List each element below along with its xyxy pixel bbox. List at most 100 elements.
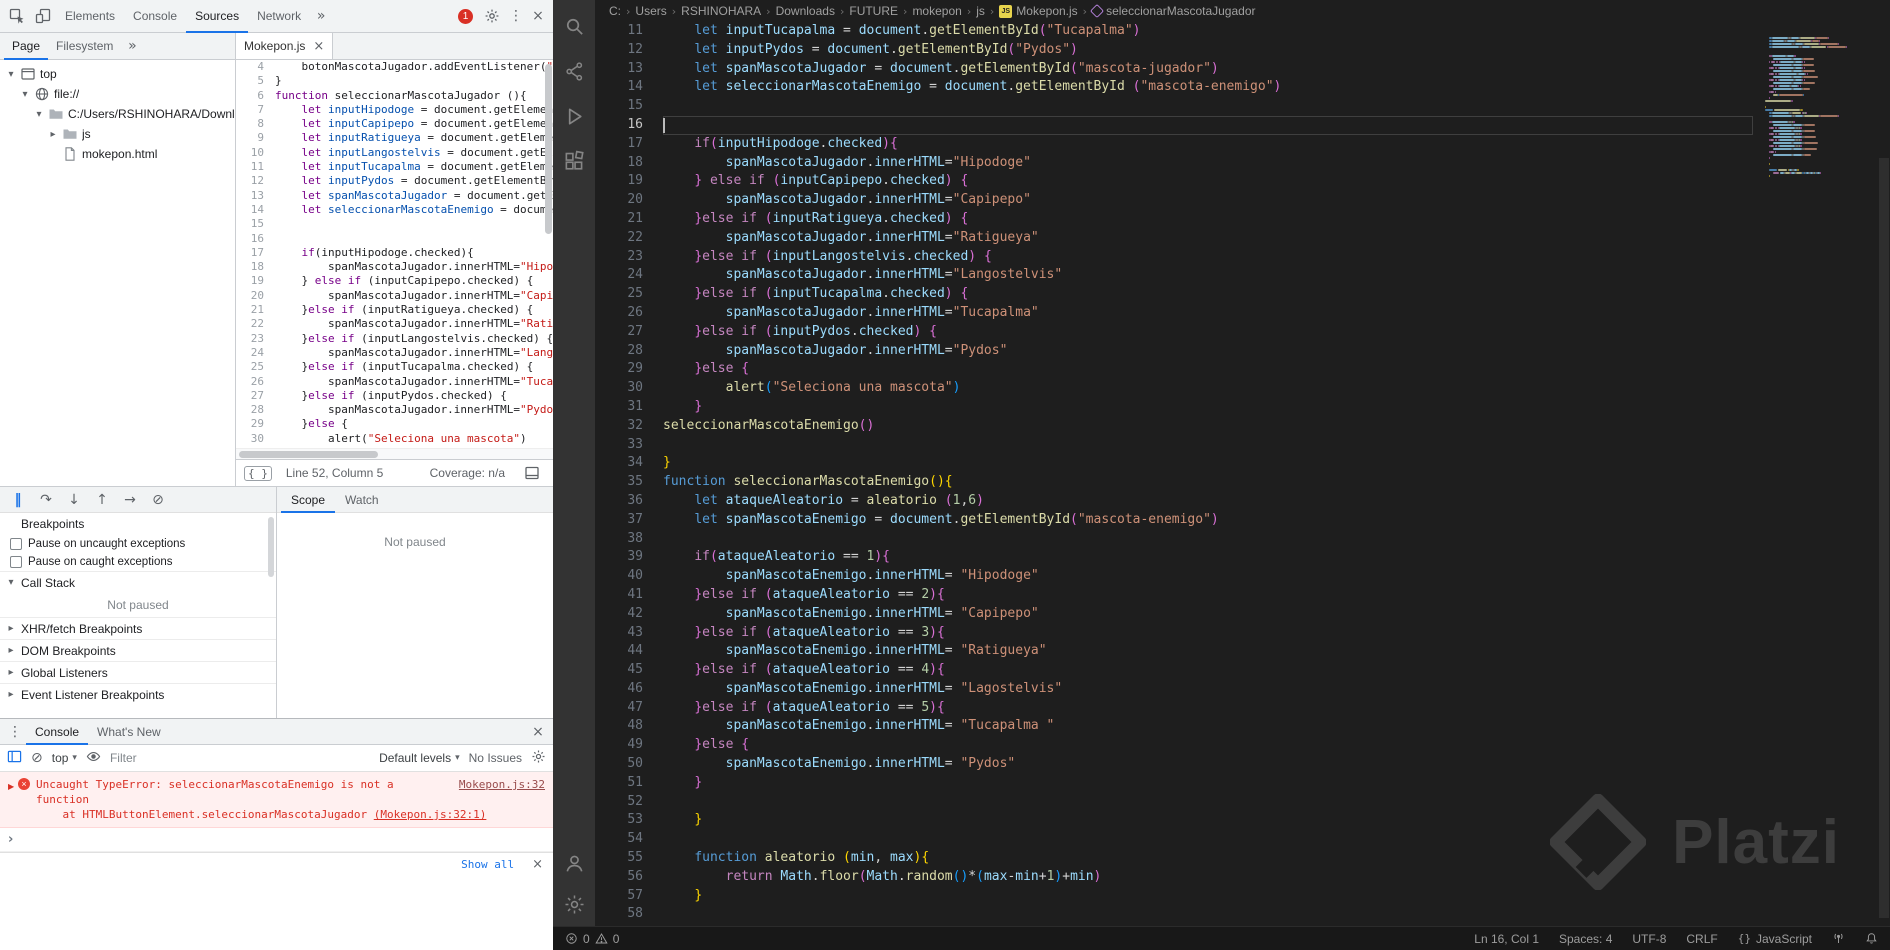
line-number[interactable]: 35 <box>595 473 643 492</box>
device-toolbar-icon[interactable] <box>30 3 56 29</box>
code-line[interactable]: } <box>663 774 1753 793</box>
line-number[interactable]: 9 <box>236 131 264 145</box>
code-line[interactable]: let inputPydos = document.getElementById… <box>663 41 1753 60</box>
line-number[interactable]: 42 <box>595 605 643 624</box>
run-debug-icon[interactable] <box>562 104 586 128</box>
code-line[interactable]: spanMascotaEnemigo.innerHTML= "Tucapalma… <box>663 717 1753 736</box>
code-line[interactable]: }else if (ataqueAleatorio == 4){ <box>663 661 1753 680</box>
expand-stack-icon[interactable]: ▶ <box>8 779 14 794</box>
bell-icon[interactable] <box>1865 932 1878 945</box>
code-line[interactable] <box>663 905 1753 924</box>
code-line[interactable]: }else if (inputTucapalma.checked) { <box>275 360 553 374</box>
code-line[interactable]: } else if (inputCapipepo.checked) { <box>275 274 553 288</box>
close-devtools-icon[interactable]: × <box>527 8 549 24</box>
pretty-print-icon[interactable]: { } <box>244 465 272 481</box>
line-number[interactable]: 18 <box>595 154 643 173</box>
code-line[interactable]: let inputPydos = document.getElementById… <box>275 174 554 188</box>
search-icon[interactable] <box>562 14 586 38</box>
account-icon[interactable] <box>562 851 586 875</box>
cursor-position-status[interactable]: Ln 16, Col 1 <box>1474 932 1539 946</box>
live-expression-eye-icon[interactable] <box>86 749 101 767</box>
eol-status[interactable]: CRLF <box>1686 932 1717 946</box>
code-line[interactable]: } <box>663 398 1753 417</box>
code-line[interactable]: spanMascotaJugador.innerHTML="Langostelv… <box>275 346 553 360</box>
chevron-down-icon[interactable]: ▾ <box>20 89 30 100</box>
tab-page[interactable]: Page <box>4 33 48 60</box>
line-number[interactable]: 20 <box>236 289 264 303</box>
line-number[interactable]: 39 <box>595 548 643 567</box>
line-number[interactable]: 58 <box>595 905 643 924</box>
drawer-kebab-icon[interactable]: ⋮ <box>4 724 26 740</box>
section-global-listeners[interactable]: ▸ Global Listeners <box>0 661 276 683</box>
clear-console-icon[interactable]: ⊘ <box>31 750 43 766</box>
line-number[interactable]: 12 <box>595 41 643 60</box>
line-number[interactable]: 46 <box>595 680 643 699</box>
code-line[interactable] <box>275 217 553 231</box>
tab-console[interactable]: Console <box>124 0 186 33</box>
more-panels-icon[interactable]: » <box>310 8 332 24</box>
breadcrumb-item-users[interactable]: Users <box>635 4 666 18</box>
code-line[interactable]: }else if (inputRatigueya.checked) { <box>275 303 553 317</box>
breadcrumb-item-seleccionarmascotajugador[interactable]: seleccionarMascotaJugador <box>1090 3 1256 19</box>
code-line[interactable]: let inputHipodoge = document.getElementB… <box>275 103 554 117</box>
context-selector[interactable]: top ▾ <box>52 751 77 765</box>
tab-whats-new[interactable]: What's New <box>88 719 170 745</box>
line-number[interactable]: 6 <box>236 89 264 103</box>
line-number[interactable]: 19 <box>236 274 264 288</box>
code-line[interactable]: } <box>275 74 553 88</box>
code-line[interactable]: if(ataqueAleatorio == 1){ <box>663 548 1753 567</box>
code-line[interactable]: let spanMascotaJugador = document.getEle… <box>275 189 554 203</box>
code-line[interactable]: }else if (inputLangostelvis.checked) { <box>275 332 553 346</box>
chevron-down-icon[interactable]: ▾ <box>6 69 16 80</box>
section-event-listener-breakpoints[interactable]: ▸ Event Listener Breakpoints <box>0 683 276 705</box>
breadcrumb-item-future[interactable]: FUTURE <box>849 4 898 18</box>
breadcrumb-item-rshinohara[interactable]: RSHINOHARA <box>681 4 761 18</box>
line-number[interactable]: 13 <box>236 189 264 203</box>
line-number[interactable]: 23 <box>595 248 643 267</box>
code-line[interactable]: if(inputHipodoge.checked){ <box>275 246 553 260</box>
tab-watch[interactable]: Watch <box>335 487 389 513</box>
line-number[interactable]: 8 <box>236 117 264 131</box>
line-number[interactable]: 15 <box>236 217 264 231</box>
breadcrumb-item-mokepon[interactable]: mokepon <box>912 4 961 18</box>
issues-counter[interactable]: No Issues <box>469 751 522 765</box>
console-filter-input[interactable] <box>109 751 260 765</box>
code-line[interactable]: spanMascotaJugador.innerHTML="Hipodoge" <box>275 260 553 274</box>
code-line[interactable] <box>275 232 553 246</box>
tab-elements[interactable]: Elements <box>56 0 124 33</box>
line-number[interactable]: 16 <box>595 116 643 135</box>
code-line[interactable]: let inputCapipepo = document.getElementB… <box>275 117 554 131</box>
line-number[interactable]: 25 <box>595 285 643 304</box>
code-line[interactable]: spanMascotaEnemigo.innerHTML= "Lagostelv… <box>663 680 1753 699</box>
code-line[interactable]: let seleccionarMascotaEnemigo = document… <box>663 78 1753 97</box>
code-line[interactable]: botonMascotaJugador.addEventListener("cl… <box>275 60 553 74</box>
error-count-badge[interactable]: 1 <box>458 8 473 24</box>
tab-console-drawer[interactable]: Console <box>26 719 88 745</box>
chevron-right-icon[interactable]: ▸ <box>48 129 58 140</box>
line-number[interactable]: 36 <box>595 492 643 511</box>
panel-toggle-icon[interactable] <box>519 460 545 486</box>
line-number[interactable]: 10 <box>236 146 264 160</box>
line-number[interactable]: 26 <box>595 304 643 323</box>
line-number[interactable]: 53 <box>595 811 643 830</box>
code-line[interactable]: let seleccionarMascotaEnemigo = document… <box>275 203 554 217</box>
tab-filesystem[interactable]: Filesystem <box>48 33 121 60</box>
line-number[interactable]: 28 <box>595 342 643 361</box>
line-number[interactable]: 49 <box>595 736 643 755</box>
line-number[interactable]: 32 <box>595 417 643 436</box>
checkbox-pause-on-caught-exceptions[interactable]: Pause on caught exceptions <box>0 553 276 571</box>
pause-icon[interactable]: ‖ <box>6 489 30 511</box>
code-line[interactable]: spanMascotaEnemigo.innerHTML= "Pydos" <box>663 755 1753 774</box>
line-number[interactable]: 21 <box>595 210 643 229</box>
close-drawer-icon[interactable]: × <box>527 724 549 740</box>
step-out-icon[interactable]: ↑ <box>90 489 114 511</box>
code-line[interactable]: spanMascotaJugador.innerHTML="Ratigueya" <box>275 317 553 331</box>
code-line[interactable]: spanMascotaJugador.innerHTML="Tucapalma" <box>663 304 1753 323</box>
log-levels-selector[interactable]: Default levels ▾ <box>379 751 460 765</box>
code-line[interactable]: }else if (inputLangostelvis.checked) { <box>663 248 1753 267</box>
code-line[interactable]: let inputRatigueya = document.getElement… <box>275 131 554 145</box>
code-line[interactable]: spanMascotaJugador.innerHTML="Ratigueya" <box>663 229 1753 248</box>
indentation-status[interactable]: Spaces: 4 <box>1559 932 1612 946</box>
line-number[interactable]: 14 <box>236 203 264 217</box>
code-line[interactable]: function seleccionarMascotaEnemigo(){ <box>663 473 1753 492</box>
